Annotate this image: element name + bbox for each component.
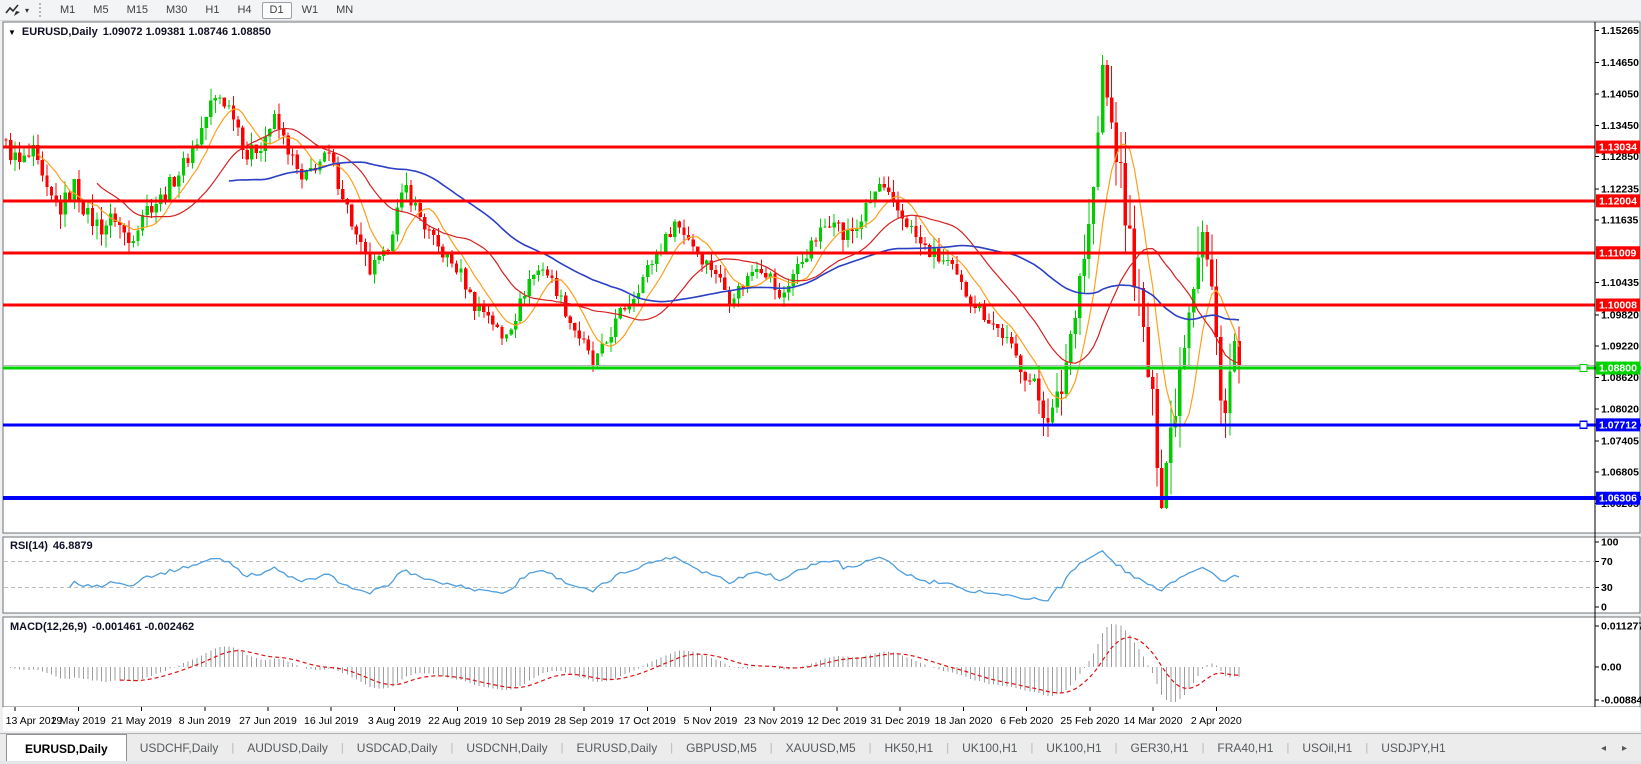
timeframe-button-h1[interactable]: H1 — [197, 2, 227, 19]
timeframe-button-mn[interactable]: MN — [328, 2, 361, 19]
macd-tick-label: 0.011277 — [1601, 621, 1641, 633]
price-badge-label: 1.08800 — [1599, 363, 1637, 375]
date-label: 10 Sep 2019 — [491, 715, 551, 727]
price-badge-label: 1.12004 — [1599, 195, 1637, 207]
macd-panel — [3, 617, 1640, 707]
timeframe-button-m1[interactable]: M1 — [52, 2, 83, 19]
date-label: 8 Jun 2019 — [179, 715, 231, 727]
price-tick-label: 1.12235 — [1601, 183, 1639, 195]
date-label: 27 Jun 2019 — [239, 715, 297, 727]
macd-name: MACD(12,26,9) — [10, 621, 87, 633]
timeframe-toolbar: ▾ M1M5M15M30H1H4D1W1MN — [0, 0, 1641, 21]
chart-tab-ger30-h1[interactable]: GER30,H1 — [1118, 734, 1202, 762]
tab-scroll-left-icon[interactable]: ◂ — [1601, 743, 1606, 754]
price-tick-label: 1.07405 — [1601, 435, 1639, 447]
timeframe-button-m5[interactable]: M5 — [85, 2, 116, 19]
chart-tab-fra40-h1[interactable]: FRA40,H1 — [1204, 734, 1286, 762]
price-tick-label: 1.09220 — [1601, 341, 1639, 353]
timeframe-button-d1[interactable]: D1 — [262, 2, 292, 19]
timeframe-button-w1[interactable]: W1 — [294, 2, 327, 19]
timeframe-button-m15[interactable]: M15 — [119, 2, 156, 19]
price-tick-label: 1.13450 — [1601, 120, 1639, 132]
date-label: 23 Nov 2019 — [744, 715, 804, 727]
chart-title-pair: EURUSD,Daily — [22, 26, 98, 38]
rsi-tick-label: 70 — [1601, 556, 1613, 568]
price-badge-label: 1.11009 — [1599, 247, 1637, 259]
rsi-tick-label: 0 — [1601, 602, 1607, 614]
price-tick-label: 1.11635 — [1601, 215, 1639, 227]
rsi-tick-label: 100 — [1601, 537, 1619, 549]
price-tick-label: 1.15265 — [1601, 25, 1639, 37]
price-tick-label: 1.14650 — [1601, 57, 1639, 69]
timeframe-buttons: M1M5M15M30H1H4D1W1MN — [51, 2, 362, 19]
macd-tick-label: 0.00 — [1601, 661, 1622, 673]
chart-canvas: 1.152651.146501.140501.134501.128501.122… — [0, 0, 1641, 764]
timeframe-button-h4[interactable]: H4 — [229, 2, 259, 19]
date-label: 2 May 2019 — [51, 715, 106, 727]
chart-tab-uk100-h1[interactable]: UK100,H1 — [1033, 734, 1114, 762]
macd-values: -0.001461 -0.002462 — [92, 621, 194, 633]
rsi-value: 46.8879 — [53, 540, 93, 552]
chart-tab-usoil-h1[interactable]: USOil,H1 — [1289, 734, 1365, 762]
macd-tick-label: -0.008845 — [1601, 695, 1641, 707]
chart-tab-uk100-h1[interactable]: UK100,H1 — [949, 734, 1030, 762]
toolbar-grip[interactable] — [39, 3, 45, 17]
mt4-terminal: { "toolbar": { "chart_tool_icon": "chart… — [0, 0, 1641, 764]
chart-tab-usdchf-daily[interactable]: USDCHF,Daily — [127, 734, 232, 762]
tab-scroll-arrows: ◂ ▸ — [1601, 734, 1641, 762]
date-label: 14 Mar 2020 — [1124, 715, 1183, 727]
date-label: 25 Feb 2020 — [1060, 715, 1119, 727]
chart-tab-bar: EURUSD,DailyUSDCHF,Daily|AUDUSD,Daily|US… — [0, 733, 1641, 762]
date-label: 18 Jan 2020 — [935, 715, 993, 727]
date-label: 6 Feb 2020 — [1000, 715, 1053, 727]
date-label: 2 Apr 2020 — [1191, 715, 1242, 727]
date-label: 16 Jul 2019 — [304, 715, 358, 727]
hline-handle-1.07712[interactable] — [1580, 421, 1587, 428]
date-label: 28 Sep 2019 — [554, 715, 614, 727]
hline-handle-1.08800[interactable] — [1580, 365, 1587, 372]
chart-tabs: EURUSD,DailyUSDCHF,Daily|AUDUSD,Daily|US… — [0, 734, 1459, 762]
price-tick-label: 1.06805 — [1601, 467, 1639, 479]
chart-tab-eurusd-daily[interactable]: EURUSD,Daily — [6, 734, 127, 762]
date-label: 17 Oct 2019 — [619, 715, 676, 727]
tab-scroll-right-icon[interactable]: ▸ — [1622, 743, 1627, 754]
date-label: 31 Dec 2019 — [870, 715, 930, 727]
price-tick-label: 1.14050 — [1601, 89, 1639, 101]
price-badge-label: 1.13034 — [1599, 142, 1637, 154]
chart-tab-usdcnh-daily[interactable]: USDCNH,Daily — [453, 734, 560, 762]
rsi-tick-label: 30 — [1601, 582, 1613, 594]
macd-indicator-label: MACD(12,26,9) -0.001461 -0.002462 — [10, 621, 194, 633]
chart-tab-xauusd-m5[interactable]: XAUUSD,M5 — [773, 734, 869, 762]
chart-tab-usdjpy-h1[interactable]: USDJPY,H1 — [1368, 734, 1458, 762]
date-label: 22 Aug 2019 — [428, 715, 487, 727]
price-badge-label: 1.07712 — [1599, 419, 1637, 431]
chart-tab-audusd-daily[interactable]: AUDUSD,Daily — [234, 734, 341, 762]
price-badge-label: 1.06306 — [1599, 493, 1637, 505]
chart-tab-gbpusd-m5[interactable]: GBPUSD,M5 — [673, 734, 770, 762]
chart-cursor-icon[interactable] — [3, 2, 23, 18]
date-label: 3 Aug 2019 — [368, 715, 421, 727]
chart-title-ohlc: 1.09072 1.09381 1.08746 1.08850 — [103, 26, 271, 38]
date-label: 12 Dec 2019 — [807, 715, 867, 727]
date-label: 21 May 2019 — [111, 715, 172, 727]
price-tick-label: 1.08020 — [1601, 403, 1639, 415]
chart-tab-eurusd-daily[interactable]: EURUSD,Daily — [564, 734, 671, 762]
price-badge-label: 1.10008 — [1599, 300, 1637, 312]
timeframe-button-m30[interactable]: M30 — [158, 2, 195, 19]
chart-title: ▼ EURUSD,Daily 1.09072 1.09381 1.08746 1.0… — [8, 26, 271, 38]
dropdown-caret-icon[interactable]: ▾ — [23, 6, 35, 15]
rsi-indicator-label: RSI(14) 46.8879 — [10, 540, 93, 552]
date-label: 5 Nov 2019 — [684, 715, 738, 727]
price-panel — [3, 22, 1640, 533]
price-tick-label: 1.10435 — [1601, 277, 1639, 289]
collapse-triangle-icon[interactable]: ▼ — [8, 28, 16, 37]
rsi-name: RSI(14) — [10, 540, 48, 552]
chart-tab-usdcad-daily[interactable]: USDCAD,Daily — [344, 734, 451, 762]
chart-tab-hk50-h1[interactable]: HK50,H1 — [872, 734, 947, 762]
